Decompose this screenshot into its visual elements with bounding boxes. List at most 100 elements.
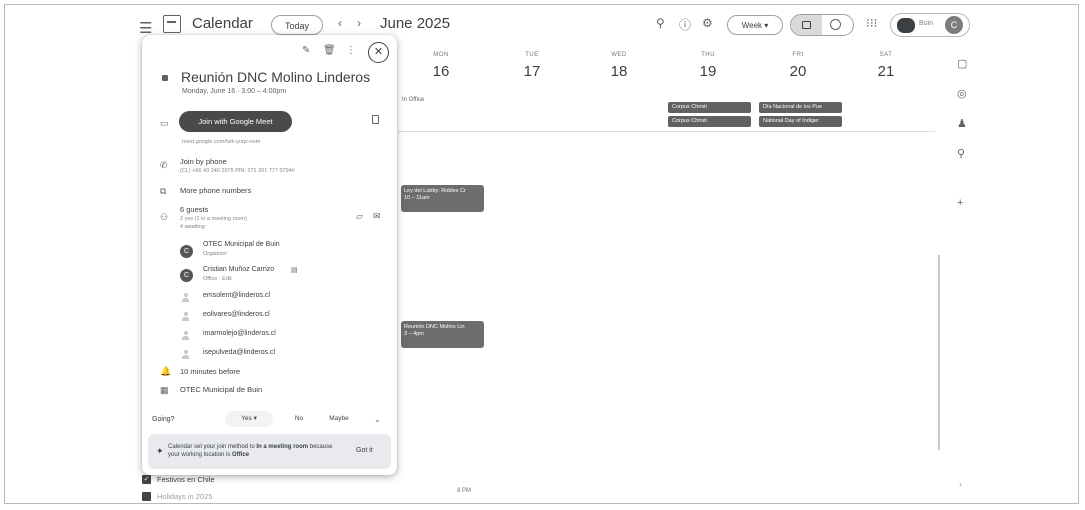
tasks-icon[interactable]: ◎ xyxy=(957,87,967,100)
event-datetime: Monday, June 16 · 3:00 – 4:00pm xyxy=(182,88,287,95)
person-icon xyxy=(182,350,189,359)
contacts-icon[interactable]: ♟ xyxy=(957,117,967,130)
calendar-view-icon[interactable] xyxy=(791,15,822,35)
google-apps-icon[interactable]: ⁝⁝⁝ xyxy=(866,16,877,30)
search-icon[interactable]: ⚲ xyxy=(656,16,665,30)
day-number[interactable]: 21 xyxy=(851,63,921,80)
event-time: 3 – 4pm xyxy=(404,331,424,337)
chevron-down-icon[interactable]: ⌄ xyxy=(374,415,381,424)
guest-email[interactable]: eolivares@linderos.cl xyxy=(203,311,270,318)
chat-icon[interactable]: ▱ xyxy=(356,211,363,222)
day-header-fri[interactable]: FRI 20 xyxy=(763,52,833,80)
settings-icon[interactable]: ⚙ xyxy=(702,16,713,30)
join-method-tip: ✦ Calendar set your join method to In a … xyxy=(148,434,391,469)
keep-icon[interactable]: ▢ xyxy=(957,57,967,70)
day-header-mon[interactable]: MON 16 xyxy=(406,52,476,80)
account-chip[interactable]: Buin C xyxy=(890,13,970,37)
edit-icon[interactable]: ✎ xyxy=(302,45,310,56)
delete-icon[interactable]: 🗑 xyxy=(323,45,336,56)
view-toggle xyxy=(790,14,854,36)
working-location-label[interactable]: In Office xyxy=(402,97,424,103)
today-button[interactable]: Today xyxy=(271,15,323,35)
guests-icon: ⚇ xyxy=(160,212,169,222)
event-time: 10 – 11am xyxy=(404,195,430,201)
rsvp-maybe-button[interactable]: Maybe xyxy=(322,411,356,427)
join-meet-button[interactable]: Join with Google Meet xyxy=(179,111,292,132)
meet-link[interactable]: meet.google.com/hzk-yuqv-nom xyxy=(182,139,260,145)
person-icon xyxy=(182,331,189,340)
join-by-phone-link[interactable]: Join by phone xyxy=(180,157,227,166)
external-link-icon: ⧉ xyxy=(160,186,167,196)
more-options-icon[interactable]: ⋮ xyxy=(346,45,356,56)
previous-week-button[interactable]: ‹ xyxy=(338,16,342,30)
email-icon[interactable]: ✉ xyxy=(373,211,381,222)
guest-email[interactable]: emsolent@linderos.cl xyxy=(203,292,270,299)
calendar-list-item[interactable]: Holidays in 2025 xyxy=(157,492,212,501)
current-month-label: June 2025 xyxy=(380,15,451,32)
phone-details: (CL) +56 43 240 2075 PIN: 271 201 777 07… xyxy=(180,168,295,174)
guest-role: Organizer xyxy=(203,251,228,257)
view-selector-label: Week xyxy=(741,21,763,30)
organization-logo xyxy=(897,18,915,33)
reminder-text: 10 minutes before xyxy=(180,367,241,376)
calendar-checkbox[interactable]: ✓ xyxy=(142,475,151,484)
chevron-down-icon: ▾ xyxy=(253,415,257,422)
day-number[interactable]: 16 xyxy=(406,63,476,80)
day-number[interactable]: 19 xyxy=(673,63,743,80)
day-header-thu[interactable]: THU 19 xyxy=(673,52,743,80)
scrollbar[interactable] xyxy=(938,255,940,450)
day-name: TUE xyxy=(525,52,539,58)
guests-summary: 2 yes (1 in a meeting room) xyxy=(180,216,247,222)
got-it-button[interactable]: Got it xyxy=(356,447,373,454)
help-icon[interactable]: ⓘ xyxy=(679,16,691,33)
guest-email[interactable]: imarmolejo@linderos.cl xyxy=(203,330,276,337)
view-selector[interactable]: Week ▾ xyxy=(727,15,783,35)
allday-event[interactable]: Día Nacional de los Pue xyxy=(759,102,842,113)
day-header-tue[interactable]: TUE 17 xyxy=(497,52,567,80)
office-icon: ▤ xyxy=(291,267,298,274)
maps-icon[interactable]: ⚲ xyxy=(957,147,965,160)
allday-event[interactable]: Corpus Christi xyxy=(668,102,751,113)
guest-email[interactable]: isepulveda@linderos.cl xyxy=(203,349,275,356)
rsvp-yes-button[interactable]: Yes ▾ xyxy=(225,411,273,427)
guest-name[interactable]: OTEC Municipal de Buin xyxy=(203,241,280,248)
bell-icon: 🔔 xyxy=(160,366,172,376)
close-icon[interactable]: ✕ xyxy=(368,42,389,63)
avatar[interactable]: C xyxy=(945,16,963,34)
chevron-right-icon[interactable]: › xyxy=(959,479,962,489)
copy-icon[interactable] xyxy=(372,115,379,124)
day-number[interactable]: 18 xyxy=(584,63,654,80)
day-number[interactable]: 20 xyxy=(763,63,833,80)
day-name: FRI xyxy=(792,52,804,58)
day-header-sat[interactable]: SAT 21 xyxy=(851,52,921,80)
person-icon xyxy=(182,312,189,321)
day-name: WED xyxy=(611,52,627,58)
allday-event[interactable]: Corpus Christi xyxy=(668,116,751,127)
tasks-view-icon[interactable] xyxy=(830,19,841,30)
calendar-event[interactable]: Reunión DNC Molino Lin 3 – 4pm xyxy=(401,321,484,348)
sparkle-icon: ✦ xyxy=(156,446,164,456)
event-title: Ley del Lobby: Robles Cr xyxy=(404,188,466,194)
calendar-owner: OTEC Municipal de Buin xyxy=(180,385,263,394)
calendar-window: ☰ Calendar Today ‹ › June 2025 ⚲ ⓘ ⚙ Wee… xyxy=(4,4,1079,504)
going-label: Going? xyxy=(152,416,175,423)
more-phone-numbers-link[interactable]: More phone numbers xyxy=(180,186,251,195)
day-number[interactable]: 17 xyxy=(497,63,567,80)
chevron-down-icon: ▾ xyxy=(764,21,769,30)
calendar-event[interactable]: Ley del Lobby: Robles Cr 10 – 11am xyxy=(401,185,484,212)
add-addon-icon[interactable]: + xyxy=(957,197,963,209)
day-name: SAT xyxy=(879,52,893,58)
next-week-button[interactable]: › xyxy=(357,16,361,30)
calendar-logo-icon xyxy=(163,15,181,33)
avatar: C xyxy=(180,245,193,258)
calendar-checkbox[interactable] xyxy=(142,492,151,501)
allday-event[interactable]: National Day of Indiger xyxy=(759,116,842,127)
rsvp-no-button[interactable]: No xyxy=(287,411,311,427)
guests-awaiting: 4 awaiting xyxy=(180,224,205,230)
event-title: Reunión DNC Molino Lin xyxy=(404,324,465,330)
calendar-list-item[interactable]: Festivos en Chile xyxy=(157,475,215,484)
guest-name[interactable]: Cristian Muñoz Carrizo xyxy=(203,266,274,273)
event-details-popup: ✎ 🗑 ⋮ ✕ Reunión DNC Molino Linderos Mond… xyxy=(142,35,397,475)
day-header-wed[interactable]: WED 18 xyxy=(584,52,654,80)
video-camera-icon: ▭ xyxy=(160,118,169,128)
